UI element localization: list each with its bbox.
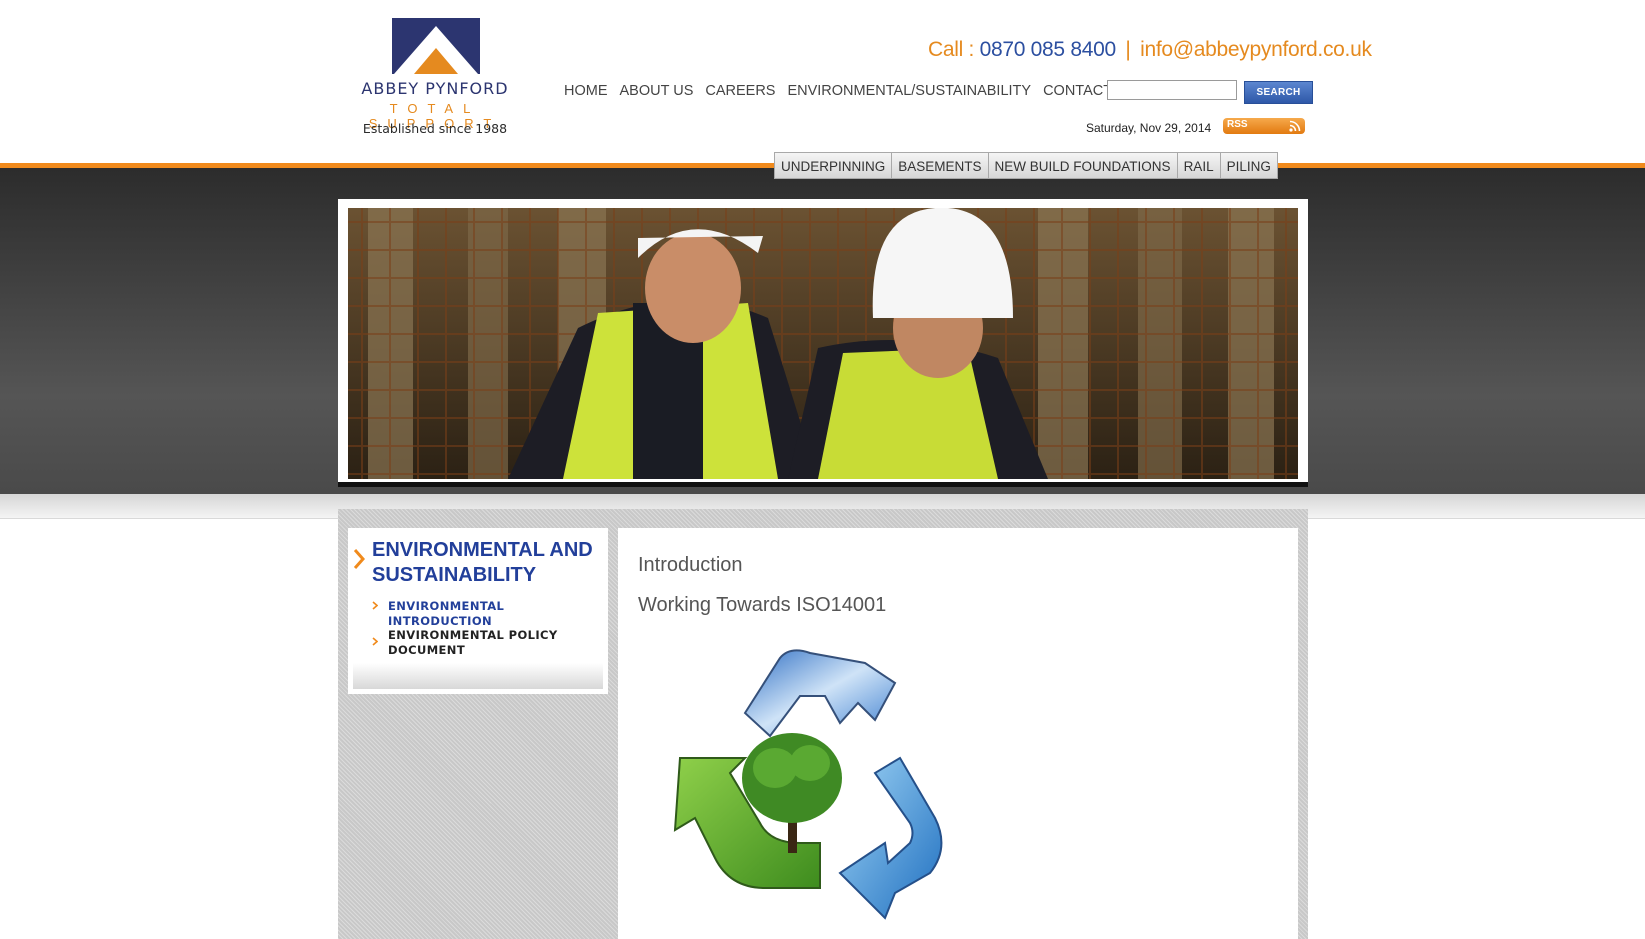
email-link[interactable]: info@abbeypynford.co.uk — [1140, 38, 1372, 61]
chevron-right-icon — [353, 549, 365, 569]
nav-contact[interactable]: CONTACT — [1043, 83, 1112, 99]
nav-home[interactable]: HOME — [564, 83, 608, 99]
current-date: Saturday, Nov 29, 2014 — [1086, 121, 1212, 135]
established-text: Established since 1988 — [362, 121, 508, 136]
phone-number[interactable]: 0870 085 8400 — [980, 38, 1117, 61]
service-nav: UNDERPINNING BASEMENTS NEW BUILD FOUNDAT… — [774, 152, 1278, 179]
contact-separator: | — [1125, 38, 1131, 61]
nav-environmental-sustainability[interactable]: ENVIRONMENTAL/SUSTAINABILITY — [787, 83, 1031, 99]
chevron-right-icon — [372, 601, 378, 610]
recycle-icon — [660, 648, 990, 939]
call-label: Call : — [928, 38, 975, 61]
logo-brand-text: ABBEY PYNFORD — [361, 79, 509, 98]
nav-about-us[interactable]: ABOUT US — [620, 83, 694, 99]
logo-mark-icon — [392, 18, 480, 74]
logo[interactable]: ABBEY PYNFORD TOTAL SUPPORT Established … — [337, 18, 533, 138]
rss-feed-icon — [1289, 120, 1301, 132]
search-button[interactable]: SEARCH — [1244, 81, 1313, 104]
subnav-rail[interactable]: RAIL — [1177, 152, 1221, 179]
banner-shadow — [338, 482, 1308, 487]
subnav-basements[interactable]: BASEMENTS — [892, 152, 989, 179]
banner-photo — [348, 208, 1298, 479]
sidebar-item-label: ENVIRONMENTAL POLICY DOCUMENT — [388, 628, 558, 657]
intro-heading: Introduction — [638, 554, 743, 576]
subnav-underpinning[interactable]: UNDERPINNING — [774, 152, 893, 179]
sidebar-item-label: ENVIRONMENTAL INTRODUCTION — [388, 599, 505, 628]
nav-careers[interactable]: CAREERS — [705, 83, 775, 99]
subnav-piling[interactable]: PILING — [1220, 152, 1278, 179]
contact-info: Call : 0870 085 8400 | info@abbeypynford… — [928, 38, 1372, 62]
chevron-right-icon — [372, 637, 378, 646]
top-nav: HOME ABOUT US CAREERS ENVIRONMENTAL/SUST… — [564, 83, 1124, 99]
iso-heading: Working Towards ISO14001 — [638, 594, 887, 616]
rss-button[interactable]: RSS — [1223, 118, 1305, 134]
sidebar-footer — [353, 663, 603, 689]
search-input[interactable] — [1107, 80, 1237, 100]
rss-label: RSS — [1227, 119, 1248, 130]
sidebar-title: ENVIRONMENTAL AND SUSTAINABILITY — [372, 539, 593, 586]
subnav-new-build-foundations[interactable]: NEW BUILD FOUNDATIONS — [988, 152, 1178, 179]
